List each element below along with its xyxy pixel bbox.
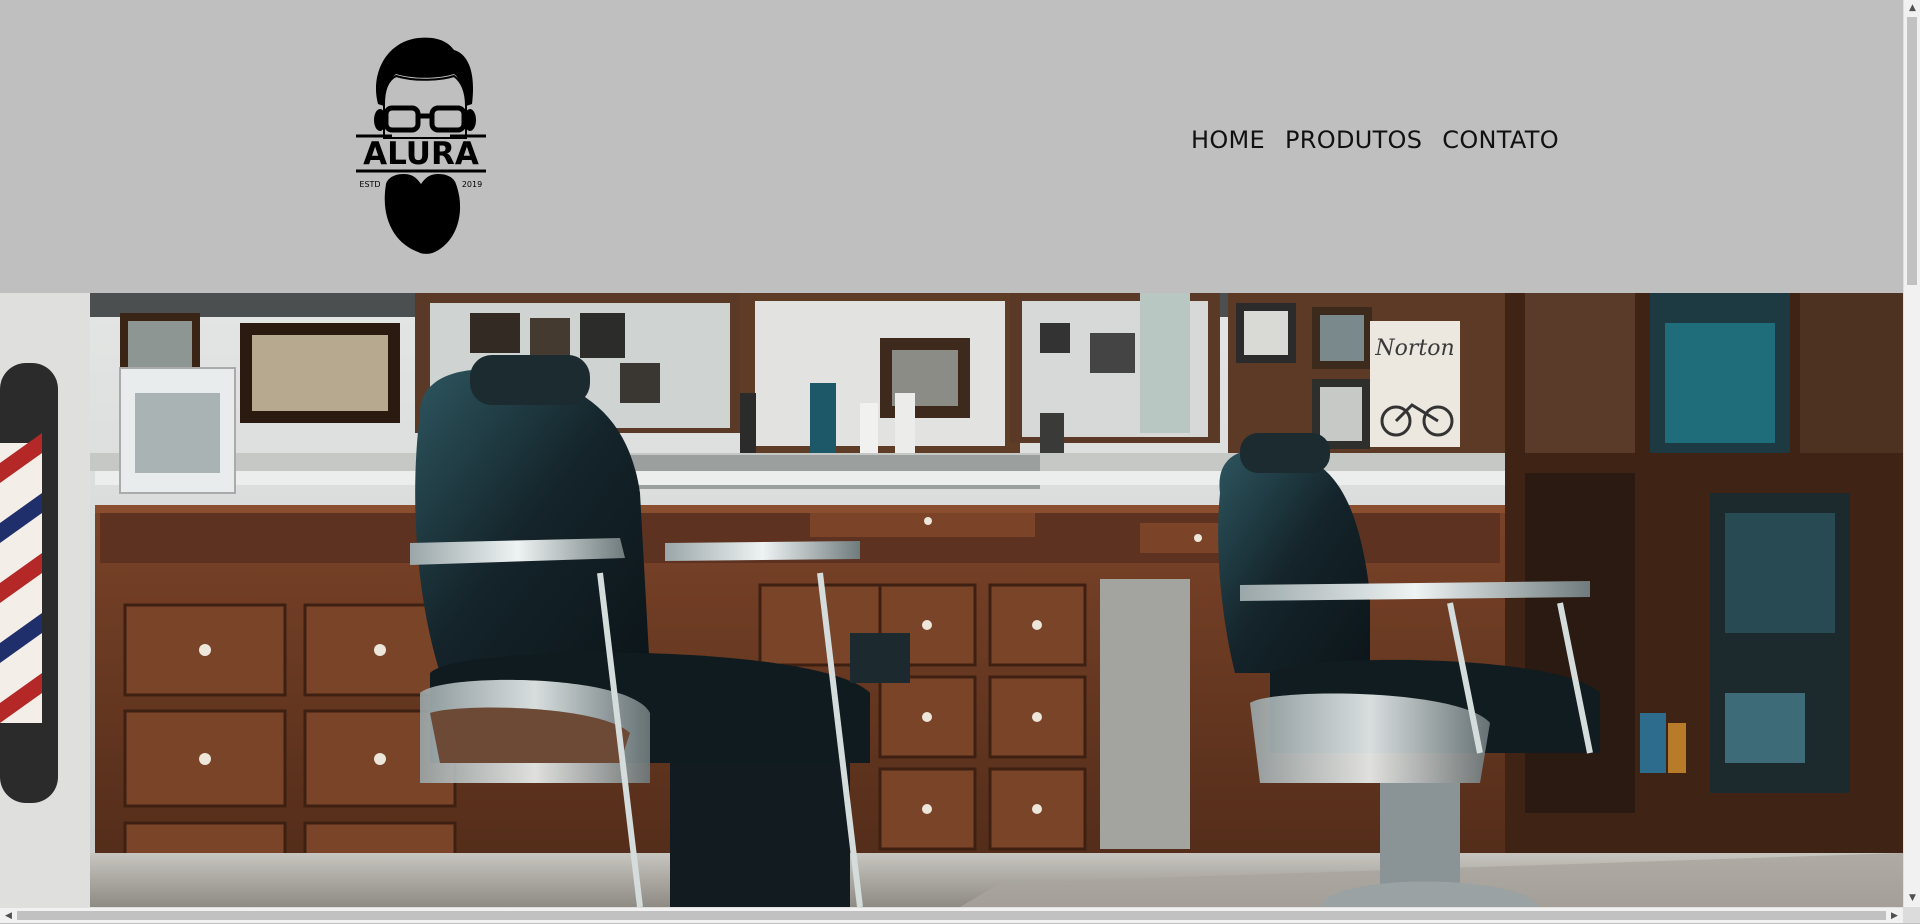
- logo-left-tag: ESTD: [359, 180, 380, 189]
- nav-home-link[interactable]: HOME: [1191, 126, 1265, 154]
- scroll-down-arrow-icon[interactable]: ▼: [1904, 890, 1920, 907]
- vertical-scrollbar[interactable]: ▲ ▼: [1903, 0, 1920, 907]
- site-header: ALURA ESTD 2019 HOME PRODUTOS CONTATO: [0, 0, 1903, 293]
- hero-barbershop-image: Norton: [0, 293, 1903, 907]
- main-nav: HOME PRODUTOS CONTATO: [1191, 126, 1559, 154]
- alura-barber-logo[interactable]: ALURA ESTD 2019: [356, 34, 486, 256]
- barber-pole: [0, 433, 42, 723]
- nav-contato-link[interactable]: CONTATO: [1442, 126, 1559, 154]
- scroll-left-arrow-icon[interactable]: ◀: [0, 908, 17, 924]
- horizontal-scrollbar[interactable]: ◀ ▶: [0, 907, 1903, 923]
- logo-beard: [384, 174, 461, 254]
- logo-brand-text: ALURA: [363, 136, 479, 172]
- vertical-scroll-thumb[interactable]: [1907, 17, 1917, 285]
- scroll-up-arrow-icon[interactable]: ▲: [1904, 0, 1920, 17]
- page-viewport: ALURA ESTD 2019 HOME PRODUTOS CONTATO No…: [0, 0, 1903, 907]
- barbershop-photo: Norton: [0, 293, 1903, 907]
- scrollbar-corner: [1903, 907, 1920, 923]
- norton-sign-text: Norton: [1374, 336, 1454, 361]
- scroll-right-arrow-icon[interactable]: ▶: [1886, 908, 1903, 924]
- glass-cabinet: [1505, 293, 1903, 907]
- nav-produtos-link[interactable]: PRODUTOS: [1285, 126, 1422, 154]
- logo-right-tag: 2019: [462, 180, 482, 189]
- horizontal-scroll-thumb[interactable]: [17, 911, 1886, 920]
